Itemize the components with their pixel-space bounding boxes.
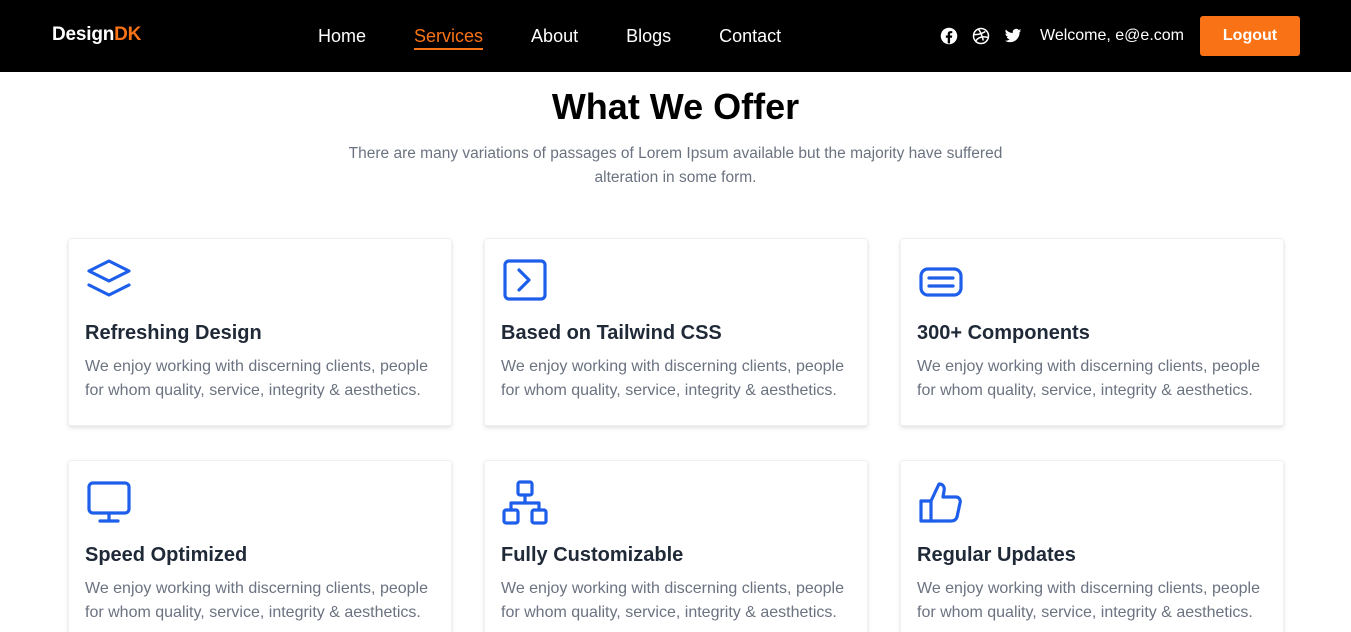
- section-title: What We Offer: [551, 86, 800, 127]
- feature-text: We enjoy working with discerning clients…: [85, 358, 428, 399]
- feature-card: Refreshing Design We enjoy working with …: [68, 238, 452, 426]
- feature-text: We enjoy working with discerning clients…: [85, 580, 428, 621]
- feature-card: Regular Updates We enjoy working with di…: [900, 460, 1284, 632]
- feature-title: Refreshing Design: [85, 322, 262, 344]
- nav-link-about[interactable]: About: [531, 25, 578, 50]
- feature-title: Regular Updates: [917, 544, 1076, 566]
- facebook-icon[interactable]: [940, 27, 958, 45]
- code-icon: [503, 259, 547, 301]
- dribbble-icon[interactable]: [972, 27, 990, 45]
- section-subtitle: There are many variations of passages of…: [348, 145, 1003, 186]
- components-icon: [919, 267, 963, 297]
- feature-text: We enjoy working with discerning clients…: [501, 358, 844, 399]
- feature-card: Speed Optimized We enjoy working with di…: [68, 460, 452, 632]
- brand-name-accent: DK: [114, 24, 142, 45]
- feature-card: Based on Tailwind CSS We enjoy working w…: [484, 238, 868, 426]
- nav-link-blogs[interactable]: Blogs: [626, 25, 671, 50]
- nav-link-contact[interactable]: Contact: [719, 25, 781, 50]
- brand-name-main: Design: [52, 24, 115, 45]
- feature-title: Based on Tailwind CSS: [501, 322, 722, 344]
- feature-text: We enjoy working with discerning clients…: [917, 358, 1260, 399]
- main-nav: Home Services About Blogs Contact: [318, 25, 829, 50]
- logout-button[interactable]: Logout: [1200, 16, 1300, 56]
- navbar: DesignDK Home Services About Blogs Conta…: [0, 0, 1351, 72]
- feature-title: 300+ Components: [917, 322, 1090, 344]
- nav-link-services[interactable]: Services: [414, 25, 484, 50]
- monitor-icon: [87, 481, 131, 523]
- sitemap-icon: [502, 480, 548, 525]
- feature-text: We enjoy working with discerning clients…: [501, 580, 844, 621]
- feature-title: Fully Customizable: [501, 544, 684, 566]
- social-links: [940, 27, 1022, 45]
- feature-card: Fully Customizable We enjoy working with…: [484, 460, 868, 632]
- feature-title: Speed Optimized: [85, 544, 248, 566]
- feature-card: 300+ Components We enjoy working with di…: [900, 238, 1284, 426]
- feature-text: We enjoy working with discerning clients…: [917, 580, 1260, 621]
- twitter-icon[interactable]: [1004, 27, 1022, 45]
- nav-link-home[interactable]: Home: [318, 25, 366, 50]
- thumbs-up-icon: [919, 482, 962, 523]
- brand-logo[interactable]: DesignDK: [52, 24, 141, 46]
- layers-icon: [87, 259, 131, 297]
- welcome-text: Welcome, e@e.com: [1040, 27, 1184, 44]
- nav-right: Welcome, e@e.com Logout: [940, 16, 1300, 56]
